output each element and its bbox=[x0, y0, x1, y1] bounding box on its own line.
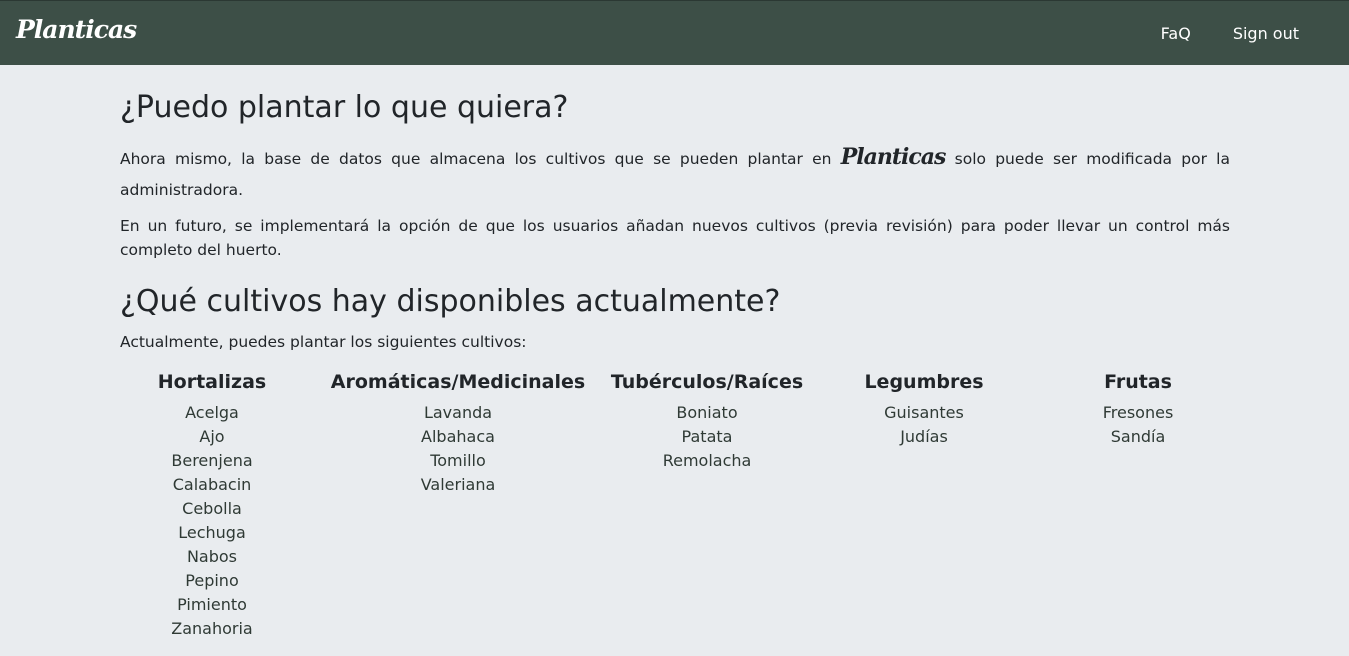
category-list: Lavanda Albahaca Tomillo Valeriana bbox=[331, 401, 585, 497]
nav-links: FaQ Sign out bbox=[1161, 24, 1299, 43]
category-frutas: Frutas Fresones Sandía bbox=[1103, 369, 1174, 449]
list-item: Tomillo bbox=[430, 451, 486, 470]
list-item: Guisantes bbox=[884, 403, 964, 422]
category-legumbres: Legumbres Guisantes Judías bbox=[864, 369, 983, 449]
list-item: Lavanda bbox=[423, 403, 493, 422]
list-item: Zanahoria bbox=[171, 619, 253, 638]
inline-brand-logo: Planticas bbox=[840, 144, 947, 170]
list-item: Calabacin bbox=[172, 475, 252, 494]
list-item: Fresones bbox=[1102, 403, 1174, 422]
top-navbar: Planticas FaQ Sign out bbox=[0, 0, 1349, 65]
category-title: Aromáticas/Medicinales bbox=[330, 371, 586, 393]
list-item: Cebolla bbox=[182, 499, 242, 518]
paragraph-text-start: Ahora mismo, la base de datos que almace… bbox=[120, 150, 841, 168]
category-title: Tubérculos/Raíces bbox=[610, 371, 804, 393]
brand-logo-link[interactable]: Planticas bbox=[16, 15, 137, 44]
list-item: Pepino bbox=[185, 571, 239, 590]
category-tuberculos: Tubérculos/Raíces Boniato Patata Remolac… bbox=[611, 369, 803, 473]
list-item: Judías bbox=[900, 427, 948, 446]
paragraph-future-info: En un futuro, se implementará la opción … bbox=[120, 217, 1230, 259]
paragraph-crops-intro: Actualmente, puedes plantar los siguient… bbox=[120, 333, 527, 351]
heading-available-crops: ¿Qué cultivos hay disponibles actualment… bbox=[120, 284, 781, 319]
nav-link-sign-out[interactable]: Sign out bbox=[1233, 24, 1299, 43]
heading-can-i-plant: ¿Puedo plantar lo que quiera? bbox=[120, 90, 569, 125]
list-item: Berenjena bbox=[171, 451, 253, 470]
list-item: Ajo bbox=[199, 427, 225, 446]
list-item: Albahaca bbox=[421, 427, 495, 446]
list-item: Nabos bbox=[186, 547, 238, 566]
list-item: Patata bbox=[681, 427, 733, 446]
list-item: Remolacha bbox=[662, 451, 752, 470]
list-item: Valeriana bbox=[420, 475, 496, 494]
category-title: Hortalizas bbox=[157, 371, 267, 393]
main-content: ¿Puedo plantar lo que quiera? Ahora mism… bbox=[120, 88, 1230, 638]
category-aromaticas: Aromáticas/Medicinales Lavanda Albahaca … bbox=[331, 369, 585, 497]
category-list: Guisantes Judías bbox=[864, 401, 983, 449]
list-item: Pimiento bbox=[177, 595, 247, 614]
category-title: Legumbres bbox=[864, 371, 984, 393]
list-item: Lechuga bbox=[178, 523, 246, 542]
list-item: Boniato bbox=[676, 403, 738, 422]
nav-link-faq[interactable]: FaQ bbox=[1161, 24, 1191, 43]
category-hortalizas: Hortalizas Acelga Ajo Berenjena Calabaci… bbox=[158, 369, 266, 641]
list-item: Sandía bbox=[1110, 427, 1166, 446]
category-list: Fresones Sandía bbox=[1103, 401, 1174, 449]
category-list: Acelga Ajo Berenjena Calabacin Cebolla L… bbox=[158, 401, 266, 641]
category-title: Frutas bbox=[1104, 371, 1172, 393]
list-item: Acelga bbox=[185, 403, 239, 422]
paragraph-database-info: Ahora mismo, la base de datos que almace… bbox=[120, 142, 1230, 206]
category-list: Boniato Patata Remolacha bbox=[611, 401, 803, 473]
